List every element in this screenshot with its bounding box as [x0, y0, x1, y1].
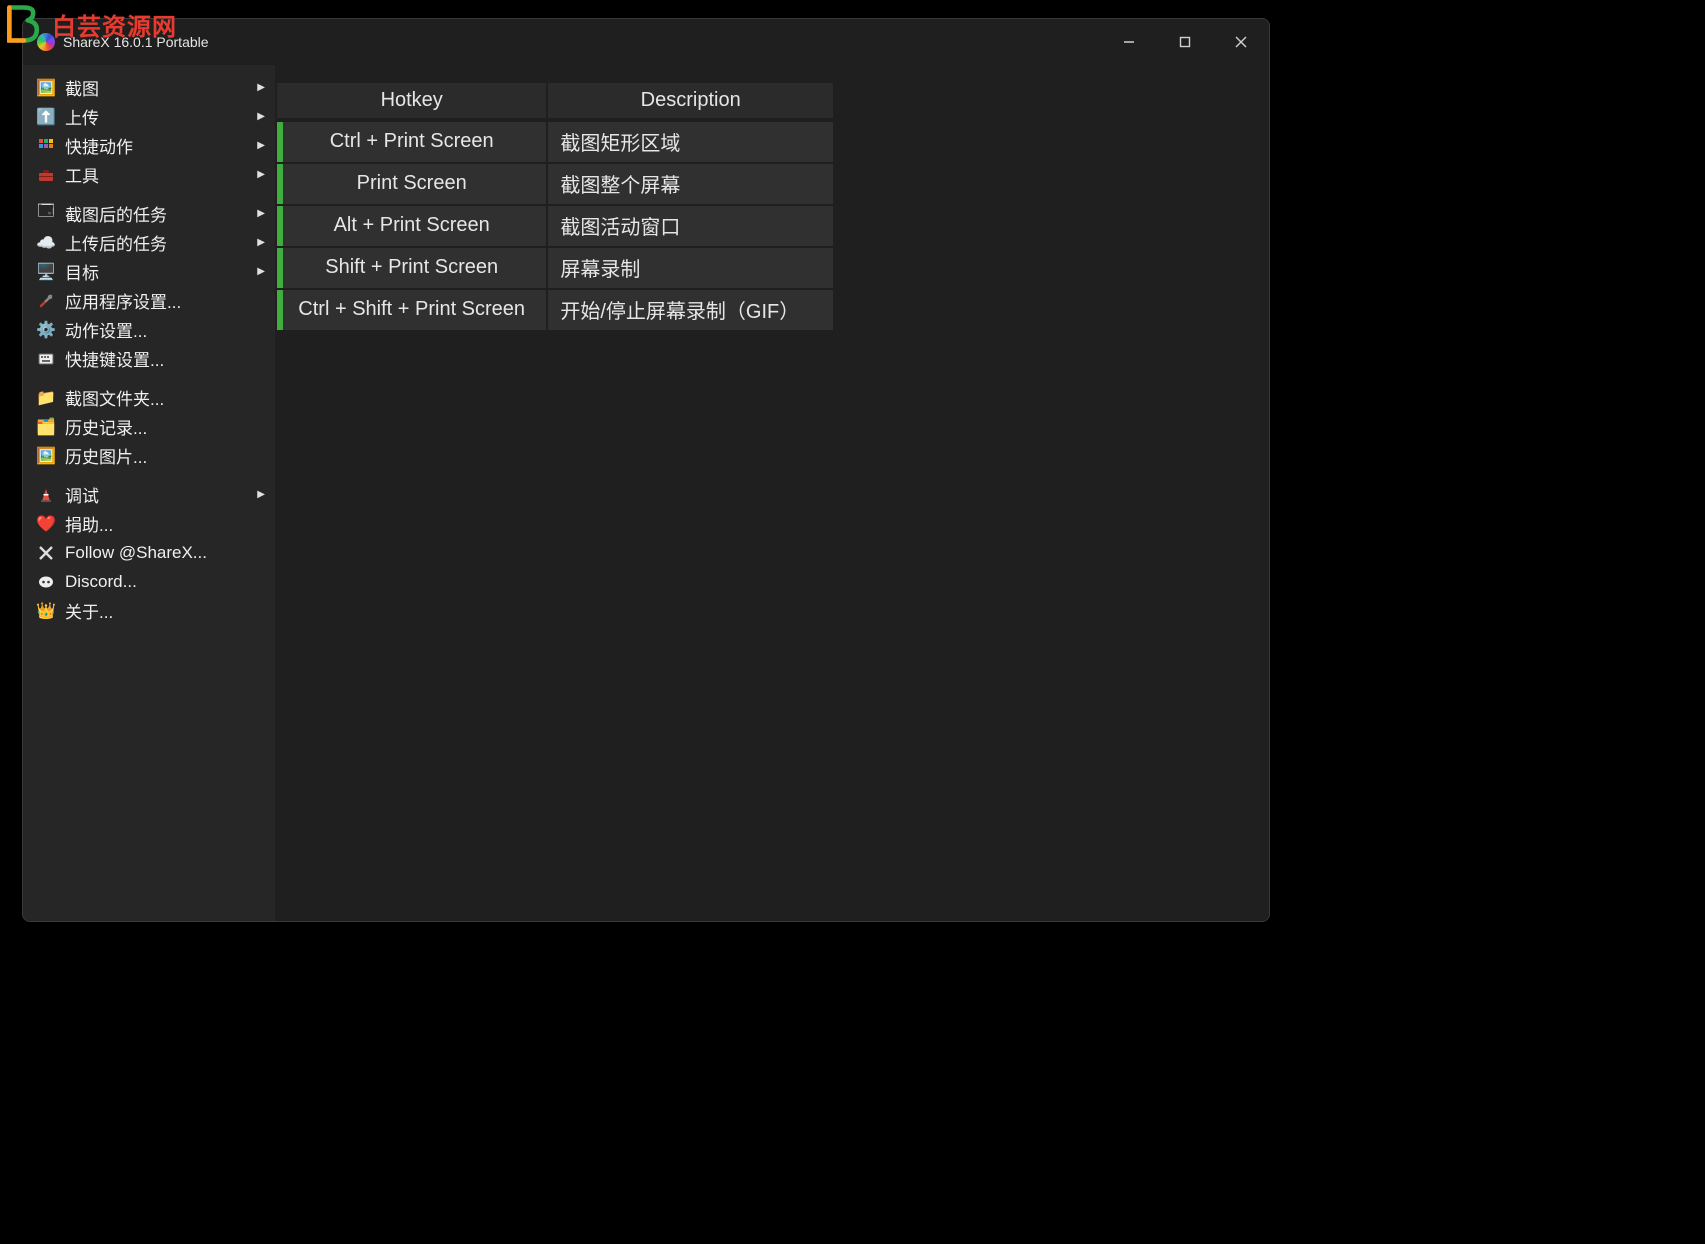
menu-follow-icon — [37, 545, 55, 561]
menu-capture[interactable]: 🖼️ 截图 ▶ — [23, 73, 275, 102]
menu-screenshot-folder-label: 截图文件夹... — [65, 385, 265, 410]
menu-upload-icon: ⬆️ — [37, 107, 55, 127]
minimize-button[interactable] — [1101, 19, 1157, 65]
hotkey-table-header: Hotkey Description — [277, 83, 833, 120]
menu-hotkey-settings[interactable]: 快捷键设置... — [23, 344, 275, 373]
close-icon — [1235, 36, 1247, 48]
hotkey-cell: Alt + Print Screen — [277, 204, 548, 246]
app-window: ShareX 16.0.1 Portable 🖼️截图▶⬆️上传▶快捷动作▶工具… — [22, 18, 1270, 922]
menu-screenshot-folder-icon: 📁 — [37, 388, 55, 408]
menu-image-history[interactable]: 🖼️ 历史图片... — [23, 441, 275, 470]
hotkey-cell: Shift + Print Screen — [277, 246, 548, 288]
menu-after-capture-icon: 🗔 — [37, 200, 55, 227]
menu-tools[interactable]: 工具 ▶ — [23, 160, 275, 189]
close-button[interactable] — [1213, 19, 1269, 65]
main-panel: Hotkey Description Ctrl + Print Screen截图… — [275, 65, 1269, 921]
menu-hotkey-settings-icon — [37, 351, 55, 367]
maximize-button[interactable] — [1157, 19, 1213, 65]
menu-image-history-icon: 🖼️ — [37, 446, 55, 466]
menu-history-icon: 🗂️ — [37, 417, 55, 437]
menu-donate[interactable]: ❤️ 捐助... — [23, 509, 275, 538]
menu-upload[interactable]: ⬆️ 上传 ▶ — [23, 102, 275, 131]
hotkey-row[interactable]: Print Screen截图整个屏幕 — [277, 162, 833, 204]
minimize-icon — [1123, 36, 1135, 48]
menu-history[interactable]: 🗂️ 历史记录... — [23, 412, 275, 441]
menu-app-settings-icon — [37, 293, 55, 309]
menu-quick-actions-label: 快捷动作 — [65, 133, 247, 158]
menu-about[interactable]: 👑 关于... — [23, 596, 275, 625]
submenu-arrow-icon: ▶ — [257, 237, 265, 248]
menu-destinations[interactable]: 🖥️ 目标 ▶ — [23, 257, 275, 286]
hotkey-cell: Print Screen — [277, 162, 548, 204]
hotkey-row[interactable]: Shift + Print Screen屏幕录制 — [277, 246, 833, 288]
menu-follow[interactable]: Follow @ShareX... — [23, 538, 275, 567]
submenu-arrow-icon: ▶ — [257, 489, 265, 500]
hotkey-row[interactable]: Ctrl + Print Screen截图矩形区域 — [277, 120, 833, 162]
hotkey-header-description: Description — [548, 83, 833, 120]
submenu-arrow-icon: ▶ — [257, 208, 265, 219]
maximize-icon — [1179, 36, 1191, 48]
menu-debug[interactable]: 调试 ▶ — [23, 480, 275, 509]
hotkey-description-cell: 截图矩形区域 — [548, 120, 833, 162]
menu-hotkey-settings-label: 快捷键设置... — [65, 346, 265, 371]
hotkey-description-cell: 截图活动窗口 — [548, 204, 833, 246]
menu-destinations-icon: 🖥️ — [37, 262, 55, 282]
menu-task-settings-label: 动作设置... — [65, 317, 265, 342]
menu-donate-label: 捐助... — [65, 511, 265, 536]
menu-tools-icon — [37, 167, 55, 183]
menu-task-settings-icon: ⚙️ — [37, 320, 55, 340]
menu-screenshot-folder[interactable]: 📁 截图文件夹... — [23, 383, 275, 412]
menu-discord-label: Discord... — [65, 572, 265, 592]
app-icon — [37, 33, 55, 51]
hotkey-cell: Ctrl + Shift + Print Screen — [277, 288, 548, 330]
menu-quick-actions[interactable]: 快捷动作 ▶ — [23, 131, 275, 160]
hotkey-header-hotkey: Hotkey — [277, 83, 548, 120]
menu-after-upload-label: 上传后的任务 — [65, 230, 247, 255]
menu-separator — [23, 373, 275, 383]
submenu-arrow-icon: ▶ — [257, 169, 265, 180]
menu-discord-icon — [37, 574, 55, 590]
hotkey-row[interactable]: Ctrl + Shift + Print Screen开始/停止屏幕录制（GIF… — [277, 288, 833, 330]
menu-separator — [23, 470, 275, 480]
menu-after-upload[interactable]: ☁️ 上传后的任务 ▶ — [23, 228, 275, 257]
menu-donate-icon: ❤️ — [37, 514, 55, 534]
menu-about-label: 关于... — [65, 598, 265, 623]
menu-discord[interactable]: Discord... — [23, 567, 275, 596]
menu-app-settings[interactable]: 应用程序设置... — [23, 286, 275, 315]
hotkey-table: Hotkey Description Ctrl + Print Screen截图… — [277, 83, 833, 330]
hotkey-description-cell: 截图整个屏幕 — [548, 162, 833, 204]
menu-capture-icon: 🖼️ — [37, 78, 55, 98]
menu-after-upload-icon: ☁️ — [37, 233, 55, 253]
menu-after-capture-label: 截图后的任务 — [65, 201, 247, 226]
submenu-arrow-icon: ▶ — [257, 82, 265, 93]
menu-debug-label: 调试 — [65, 482, 247, 507]
menu-quick-actions-icon — [37, 138, 55, 154]
menu-after-capture[interactable]: 🗔 截图后的任务 ▶ — [23, 199, 275, 228]
hotkey-cell: Ctrl + Print Screen — [277, 120, 548, 162]
hotkey-description-cell: 屏幕录制 — [548, 246, 833, 288]
menu-image-history-label: 历史图片... — [65, 443, 265, 468]
sidebar: 🖼️ 截图 ▶ ⬆️ 上传 ▶ 快捷动作 ▶ 工具 ▶ 🗔 截图后的任务 ▶ ☁️ 上传后的任务 ▶ 🖥️ 目标 ▶… — [23, 65, 275, 921]
window-title: ShareX 16.0.1 Portable — [63, 34, 209, 50]
menu-history-label: 历史记录... — [65, 414, 265, 439]
menu-debug-icon — [37, 487, 55, 503]
menu-upload-label: 上传 — [65, 104, 247, 129]
submenu-arrow-icon: ▶ — [257, 140, 265, 151]
menu-app-settings-label: 应用程序设置... — [65, 288, 265, 313]
menu-task-settings[interactable]: ⚙️ 动作设置... — [23, 315, 275, 344]
menu-destinations-label: 目标 — [65, 259, 247, 284]
submenu-arrow-icon: ▶ — [257, 266, 265, 277]
submenu-arrow-icon: ▶ — [257, 111, 265, 122]
menu-capture-label: 截图 — [65, 75, 247, 100]
hotkey-row[interactable]: Alt + Print Screen截图活动窗口 — [277, 204, 833, 246]
hotkey-description-cell: 开始/停止屏幕录制（GIF） — [548, 288, 833, 330]
titlebar[interactable]: ShareX 16.0.1 Portable — [23, 19, 1269, 65]
menu-about-icon: 👑 — [37, 601, 55, 621]
menu-tools-label: 工具 — [65, 162, 247, 187]
menu-follow-label: Follow @ShareX... — [65, 543, 265, 563]
menu-separator — [23, 189, 275, 199]
